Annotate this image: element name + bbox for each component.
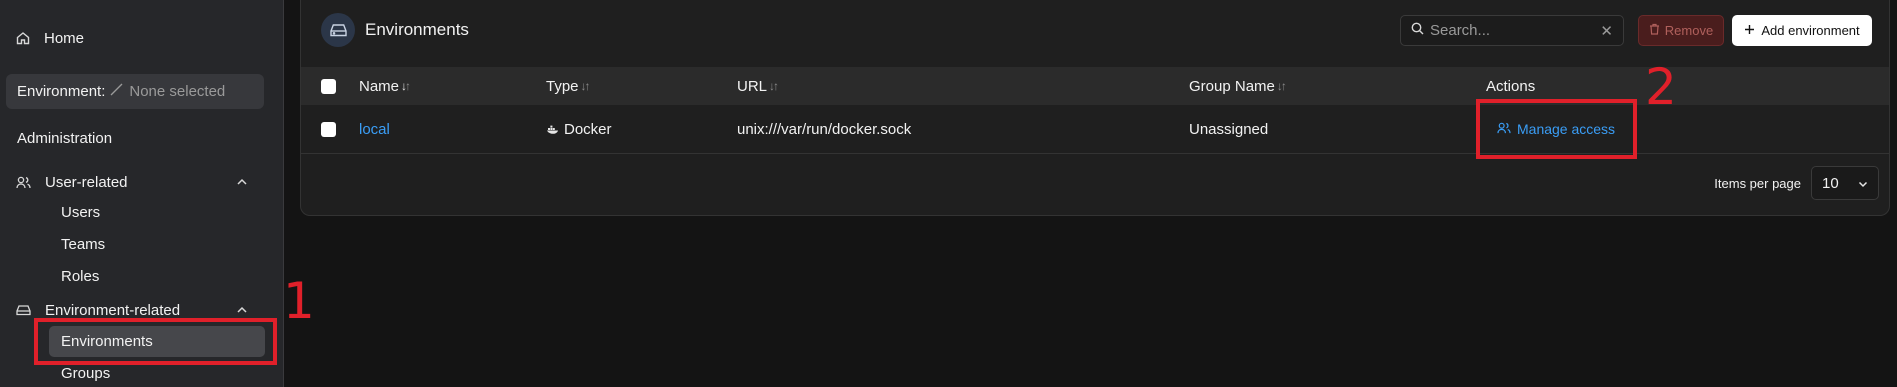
column-name-label: Name bbox=[359, 77, 400, 95]
sidebar-item-environments[interactable]: Environments bbox=[49, 326, 265, 357]
column-url-label: URL bbox=[737, 77, 768, 95]
drive-icon bbox=[321, 13, 355, 47]
group-user-related-label: User-related bbox=[45, 173, 128, 191]
chevron-up-icon bbox=[236, 178, 248, 186]
column-url[interactable]: URL ↓↑ bbox=[737, 67, 779, 105]
clear-search-icon[interactable]: ✕ bbox=[1600, 22, 1613, 40]
column-actions-label: Actions bbox=[1486, 77, 1536, 95]
row-type-cell: Docker bbox=[547, 105, 612, 153]
environment-value: None selected bbox=[129, 83, 226, 100]
remove-label: Remove bbox=[1664, 23, 1714, 38]
column-type-label: Type bbox=[546, 77, 579, 95]
column-group-name-label: Group Name bbox=[1189, 77, 1275, 95]
panel-header: Environments bbox=[321, 13, 469, 47]
group-environment-related[interactable]: Environment-related bbox=[16, 299, 248, 321]
search-input[interactable] bbox=[1430, 22, 1590, 39]
pencil-icon bbox=[110, 83, 123, 100]
sidebar-item-users[interactable]: Users bbox=[61, 204, 100, 221]
environment-name-link[interactable]: local bbox=[359, 121, 390, 138]
chevron-up-icon bbox=[236, 306, 248, 314]
environment-url: unix:///var/run/docker.sock bbox=[737, 120, 912, 138]
users-icon bbox=[1497, 121, 1511, 137]
row-select-cell bbox=[321, 105, 336, 153]
add-environment-label: Add environment bbox=[1761, 23, 1860, 38]
chevron-down-icon bbox=[1858, 175, 1868, 192]
items-per-page-value: 10 bbox=[1822, 174, 1839, 192]
group-user-related[interactable]: User-related bbox=[16, 171, 248, 193]
column-group-name[interactable]: Group Name ↓↑ bbox=[1189, 67, 1287, 105]
sidebar-item-roles[interactable]: Roles bbox=[61, 268, 99, 285]
environment-selector[interactable]: Environment: None selected bbox=[6, 74, 264, 109]
users-icon bbox=[16, 176, 31, 189]
home-label: Home bbox=[44, 29, 85, 47]
sort-icon: ↓↑ bbox=[580, 79, 591, 93]
drive-icon bbox=[16, 304, 31, 316]
annotation-number-2: 2 bbox=[1645, 58, 1677, 116]
column-actions: Actions bbox=[1486, 67, 1535, 105]
pagination-footer: Items per page 10 bbox=[1714, 166, 1879, 200]
sidebar-item-teams[interactable]: Teams bbox=[61, 236, 105, 253]
row-name-cell: local bbox=[359, 105, 390, 153]
trash-icon bbox=[1649, 23, 1660, 38]
plus-icon bbox=[1744, 23, 1755, 38]
row-checkbox[interactable] bbox=[321, 121, 336, 137]
add-environment-button[interactable]: Add environment bbox=[1732, 15, 1872, 46]
select-all-cell bbox=[321, 67, 336, 105]
sort-icon: ↓↑ bbox=[401, 79, 411, 93]
remove-button[interactable]: Remove bbox=[1638, 15, 1724, 46]
row-url-cell: unix:///var/run/docker.sock bbox=[737, 105, 911, 153]
items-per-page-label: Items per page bbox=[1714, 175, 1801, 191]
sort-icon: ↓↑ bbox=[1276, 79, 1287, 93]
column-name[interactable]: Name ↓↑ bbox=[359, 67, 411, 105]
sidebar: Home Environment: None selected Administ… bbox=[0, 0, 284, 387]
select-all-checkbox[interactable] bbox=[321, 78, 336, 94]
column-type[interactable]: Type ↓↑ bbox=[546, 67, 591, 105]
row-group-cell: Unassigned bbox=[1189, 105, 1268, 153]
docker-icon bbox=[547, 121, 559, 138]
manage-access-button[interactable]: Manage access bbox=[1497, 121, 1615, 137]
annotation-number-1: 1 bbox=[283, 272, 315, 330]
page-title: Environments bbox=[365, 20, 469, 39]
search-icon bbox=[1411, 22, 1424, 40]
manage-access-label: Manage access bbox=[1517, 121, 1616, 137]
row-actions-cell: Manage access bbox=[1497, 105, 1615, 153]
search-field[interactable]: ✕ bbox=[1400, 15, 1624, 46]
nav-home[interactable]: Home bbox=[16, 26, 84, 50]
items-per-page-select[interactable]: 10 bbox=[1811, 166, 1879, 200]
environment-group: Unassigned bbox=[1189, 120, 1269, 138]
home-icon bbox=[16, 31, 30, 45]
sidebar-item-groups[interactable]: Groups bbox=[61, 365, 110, 382]
sidebar-item-environments-label: Environments bbox=[61, 333, 153, 350]
section-administration: Administration bbox=[17, 130, 113, 147]
environment-label: Environment: bbox=[17, 83, 106, 100]
group-environment-related-label: Environment-related bbox=[45, 301, 181, 319]
sort-icon: ↓↑ bbox=[769, 79, 779, 93]
environment-type: Docker bbox=[564, 120, 612, 138]
